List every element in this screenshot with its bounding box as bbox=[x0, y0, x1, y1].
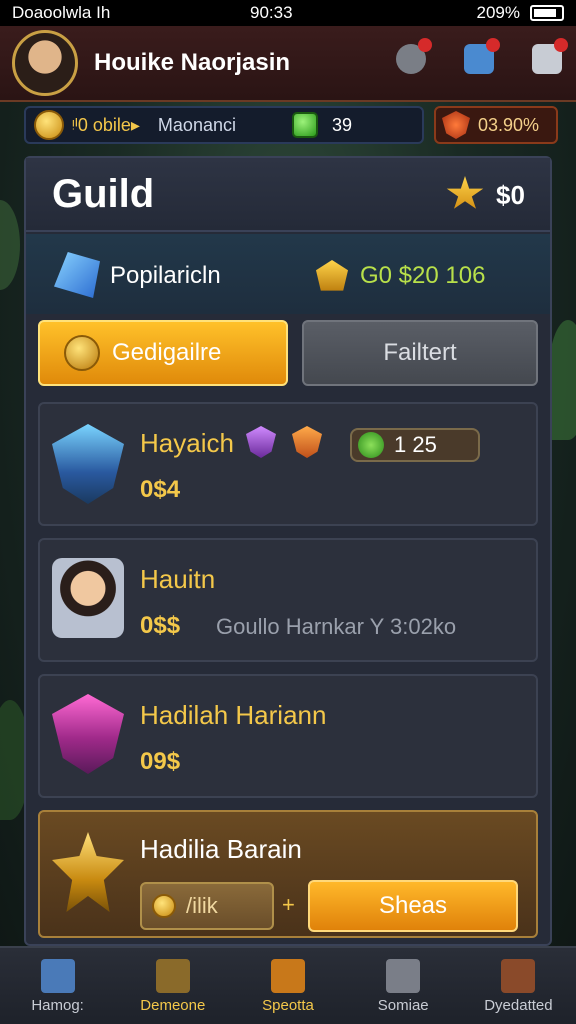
status-time: 90:33 bbox=[250, 3, 293, 22]
notification-dot bbox=[418, 38, 432, 52]
coin-icon bbox=[64, 335, 100, 371]
red-shield-icon bbox=[442, 111, 470, 139]
status-right: 209% bbox=[477, 3, 564, 23]
plus-sign: + bbox=[282, 892, 295, 917]
purple-emblem-icon bbox=[52, 694, 124, 774]
mail-icon[interactable] bbox=[532, 38, 568, 74]
player-header: Houike Naorjasin bbox=[0, 26, 576, 102]
shield-icon bbox=[155, 958, 190, 993]
green-gem-amount: 39 bbox=[331, 114, 352, 135]
entry-name: Hadilah Hariann bbox=[140, 700, 327, 730]
panel-title-bar: Guild $0 bbox=[26, 158, 550, 232]
nav-label: Demeone bbox=[140, 996, 206, 1014]
notification-dot bbox=[554, 38, 568, 52]
green-orb-icon bbox=[358, 432, 384, 458]
avatar[interactable] bbox=[12, 30, 78, 96]
entry-sub: 0$$ bbox=[140, 612, 181, 639]
entry-sub: 0$4 bbox=[140, 476, 181, 503]
entry-name: Hauitn bbox=[140, 564, 216, 594]
guild-panel: Guild $0 Popilaricln G0 $20 106 Gedigail… bbox=[24, 156, 552, 946]
gold-badge-icon bbox=[316, 260, 348, 291]
battery-percent: 209% bbox=[476, 3, 520, 22]
nav-item-home[interactable]: Hamog: bbox=[0, 948, 115, 1024]
star-value: $0 bbox=[496, 180, 525, 210]
background-leaf bbox=[0, 200, 20, 290]
power-value: 03.90% bbox=[478, 114, 540, 135]
blue-emblem-icon bbox=[52, 424, 124, 504]
hero-portrait-icon bbox=[52, 558, 124, 638]
notification-dot bbox=[486, 38, 500, 52]
nav-label: Somiae bbox=[377, 996, 429, 1014]
entry-pill: 1 25 bbox=[350, 428, 480, 462]
entry-left-button[interactable]: /ilik bbox=[140, 882, 274, 930]
tab-active-label: Gedigailre bbox=[112, 339, 222, 366]
entry-name: Hadilia Barain bbox=[140, 834, 302, 864]
popularity-value: G0 $20 106 bbox=[360, 262, 486, 289]
entry-left-button-label: /ilik bbox=[186, 893, 218, 918]
nav-label: Speotta bbox=[262, 996, 314, 1014]
nav-item-demeone[interactable]: Demeone bbox=[115, 948, 230, 1024]
nav-item-speotta[interactable]: Speotta bbox=[230, 948, 345, 1024]
panel-title: Guild bbox=[52, 172, 155, 216]
entry-sub: 09$ bbox=[140, 748, 181, 775]
resource-label: Maonanci bbox=[157, 114, 236, 135]
tab-active[interactable]: Gedigailre bbox=[38, 320, 288, 386]
background-leaf bbox=[548, 320, 576, 440]
home-icon bbox=[40, 958, 75, 993]
entry-pill-value: 1 25 bbox=[394, 432, 437, 457]
star-icon bbox=[446, 176, 484, 209]
tab-inactive-label: Failtert bbox=[383, 339, 457, 366]
scroll-icon bbox=[271, 958, 305, 993]
nav-label: Dyedatted bbox=[484, 996, 553, 1014]
orange-badge-icon bbox=[292, 426, 322, 458]
entry-extra: Goullo Harnkar Y 3:02ko bbox=[216, 614, 457, 639]
bottom-nav: Hamog: Demeone Speotta Somiae Dyedatted bbox=[0, 946, 576, 1024]
gold-amount: ᵎᴵ0 obile▸ bbox=[72, 114, 140, 135]
battery-icon bbox=[530, 5, 564, 21]
entry-action-label: Sheas bbox=[378, 892, 448, 919]
header-icons bbox=[396, 38, 568, 74]
gold-coin-icon bbox=[34, 110, 64, 140]
resource-bar: ᵎᴵ0 obile▸ Maonanci 39 bbox=[24, 106, 424, 144]
tab-inactive[interactable]: Failtert bbox=[302, 320, 538, 386]
guild-entry-highlighted[interactable]: Hadilia Barain /ilik + Sheas bbox=[38, 810, 538, 938]
player-name: Houike Naorjasin bbox=[94, 49, 291, 76]
guild-tabs: Gedigailre Failtert bbox=[38, 320, 538, 386]
nav-item-dyedatted[interactable]: Dyedatted bbox=[461, 948, 576, 1024]
guild-entry[interactable]: Hayaich 1 25 0$4 bbox=[38, 402, 538, 526]
friends-icon[interactable] bbox=[464, 38, 500, 74]
blue-crystal-icon bbox=[54, 252, 100, 298]
power-resource[interactable]: 03.90% bbox=[434, 106, 558, 144]
coin-icon bbox=[152, 894, 176, 918]
puzzle-icon bbox=[386, 958, 421, 993]
status-bar: Doaoolwla Ih 90:33 209% bbox=[0, 0, 576, 26]
green-gem-icon bbox=[291, 112, 318, 138]
entry-name: Hayaich bbox=[140, 428, 234, 458]
chest-icon bbox=[501, 958, 536, 993]
entry-action-button[interactable]: Sheas bbox=[308, 880, 518, 932]
guild-entry[interactable]: Hauitn 0$$ Goullo Harnkar Y 3:02ko bbox=[38, 538, 538, 662]
gold-emblem-icon bbox=[52, 832, 124, 912]
nav-item-somiae[interactable]: Somiae bbox=[346, 948, 461, 1024]
popularity-row: Popilaricln G0 $20 106 bbox=[26, 234, 550, 314]
status-carrier: Doaoolwla Ih bbox=[12, 3, 111, 22]
guild-entry[interactable]: Hadilah Hariann 09$ bbox=[38, 674, 538, 798]
settings-gear-icon[interactable] bbox=[396, 38, 432, 74]
purple-badge-icon bbox=[246, 426, 276, 458]
nav-label: Hamog: bbox=[31, 996, 84, 1014]
popularity-label: Popilaricln bbox=[110, 262, 221, 289]
